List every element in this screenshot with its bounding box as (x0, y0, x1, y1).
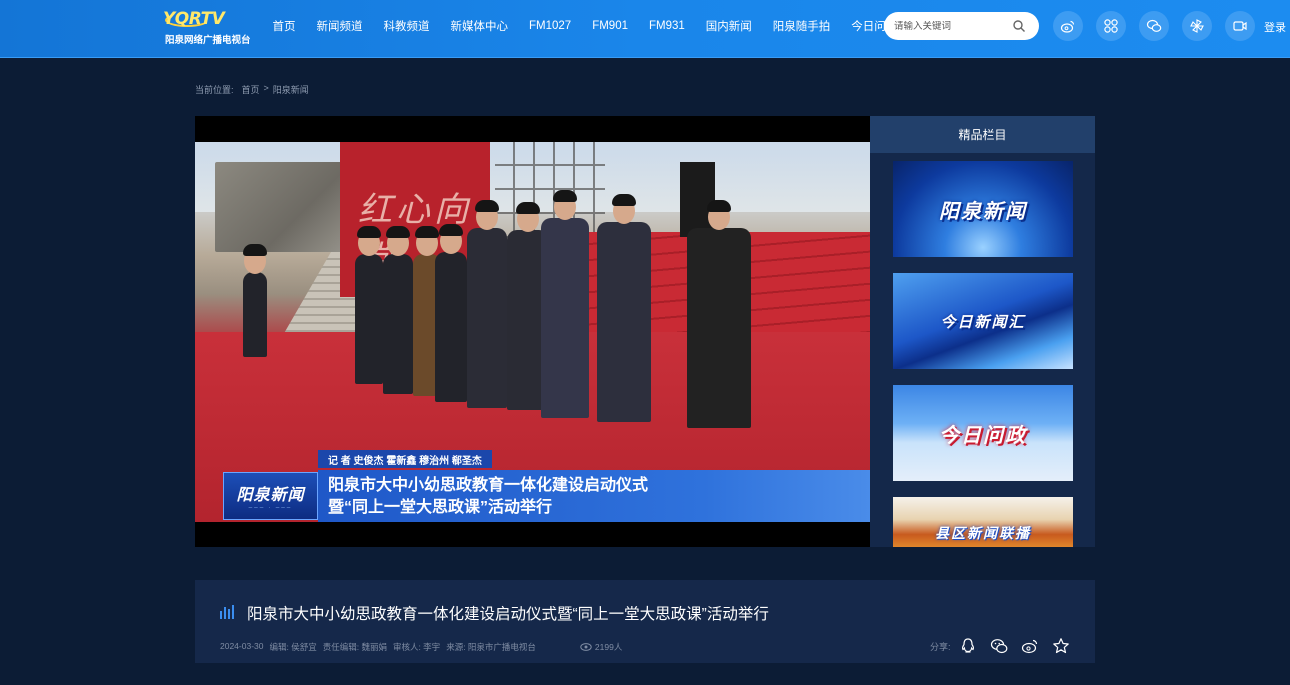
video-player[interactable]: 红心向党 记 者 史俊杰 霍新鑫 穆治州 郗圣杰 阳泉新闻 ─── · ─── … (195, 116, 870, 547)
nav-new-media[interactable]: 新媒体中心 (451, 18, 509, 34)
breadcrumb-label: 当前位置: (195, 85, 234, 95)
nav-home[interactable]: 首页 (273, 18, 296, 34)
scene-person (467, 200, 507, 408)
program-thumb-label: 今日问政 (939, 424, 1027, 447)
eye-icon (580, 643, 592, 651)
video-icon[interactable] (1225, 11, 1255, 41)
scene-person (383, 226, 413, 394)
weibo-share-icon[interactable] (1021, 637, 1039, 655)
program-logo-deco: ─── · ─── (248, 505, 293, 511)
nav-domestic-news[interactable]: 国内新闻 (706, 18, 752, 34)
wechat-icon[interactable] (1139, 11, 1169, 41)
news-lower-third: 记 者 史俊杰 霍新鑫 穆治州 郗圣杰 阳泉新闻 ─── · ─── 阳泉市大中… (223, 450, 870, 522)
weibo-icon[interactable] (1053, 11, 1083, 41)
breadcrumb: 当前位置: 首页 > 阳泉新闻 (195, 83, 317, 96)
program-thumb-label: 县区新闻联播 (935, 525, 1031, 541)
share-bar: 分享: (930, 637, 1083, 655)
program-thumb-label: 今日新闻汇 (940, 313, 1026, 331)
scene-relief-wall (215, 162, 355, 252)
search-box (884, 12, 1039, 40)
nav-news-channel[interactable]: 新闻频道 (317, 18, 363, 34)
caption-title: 阳泉市大中小幼思政教育一体化建设启动仪式 暨“同上一堂大思政课”活动举行 (318, 470, 870, 522)
nav-science-channel[interactable]: 科教频道 (384, 18, 430, 34)
breadcrumb-current[interactable]: 阳泉新闻 (273, 83, 309, 96)
scene-person (355, 226, 383, 384)
nav-fm1027[interactable]: FM1027 (529, 20, 571, 32)
login-link[interactable]: 登录 (1264, 19, 1286, 35)
article-source: 来源: 阳泉市广播电视台 (446, 642, 536, 652)
header-icons (1053, 11, 1268, 41)
scene-person (243, 244, 267, 357)
breadcrumb-separator: > (263, 83, 269, 93)
logo-subtitle: 阳泉网络广播电视台 (165, 35, 251, 46)
featured-programs-title: 精品栏目 (870, 116, 1095, 153)
article-date: 2024-03-30 (220, 641, 264, 651)
article-chief-editor: 责任编辑: 魏丽娟 (322, 642, 387, 652)
program-thumb-today-politics[interactable]: 今日问政 (893, 385, 1073, 481)
logo-mark: YQRTV (163, 9, 225, 29)
program-thumb-county-news[interactable]: 县区新闻联播 (893, 497, 1073, 547)
program-thumb-today-news[interactable]: 今日新闻汇 (893, 273, 1073, 369)
audio-bars-icon (220, 605, 234, 619)
featured-programs-panel: 精品栏目 阳泉新闻 今日新闻汇 今日问政 县区新闻联播 (870, 116, 1095, 547)
scene-person (541, 190, 589, 418)
article-meta: 2024-03-30 编辑: 侯舒宜 责任编辑: 魏丽娟 审核人: 李宇 来源:… (220, 641, 634, 653)
article-reviewer: 审核人: 李宇 (392, 642, 441, 652)
article-editor: 编辑: 侯舒宜 (269, 642, 317, 652)
search-icon[interactable] (1012, 19, 1026, 33)
program-thumb-label: 阳泉新闻 (939, 200, 1027, 223)
nav-snapshot[interactable]: 阳泉随手拍 (773, 18, 831, 34)
program-logo: 阳泉新闻 ─── · ─── (223, 472, 318, 520)
apps-icon[interactable] (1096, 11, 1126, 41)
nav-fm931[interactable]: FM931 (649, 20, 685, 32)
site-logo[interactable]: YQRTV 阳泉网络广播电视台 (163, 9, 253, 46)
qq-share-icon[interactable] (959, 637, 977, 655)
main-nav: 首页 新闻频道 科教频道 新媒体中心 FM1027 FM901 FM931 国内… (262, 0, 908, 52)
caption-line-2: 暨“同上一堂大思政课”活动举行 (328, 499, 553, 516)
scene-speaker (680, 162, 715, 237)
site-header: YQRTV 阳泉网络广播电视台 首页 新闻频道 科教频道 新媒体中心 FM102… (0, 0, 1290, 58)
video-frame: 红心向党 记 者 史俊杰 霍新鑫 穆治州 郗圣杰 阳泉新闻 ─── · ─── … (195, 142, 870, 522)
view-count: 2199人 (580, 641, 628, 653)
logo-text: YQRTV (163, 9, 225, 29)
breadcrumb-home[interactable]: 首页 (242, 83, 260, 96)
search-input[interactable] (894, 20, 1012, 32)
wechat-share-icon[interactable] (990, 637, 1008, 655)
reporter-credit: 记 者 史俊杰 霍新鑫 穆治州 郗圣杰 (318, 450, 492, 468)
caption-line-1: 阳泉市大中小幼思政教育一体化建设启动仪式 (328, 477, 649, 494)
program-logo-text: 阳泉新闻 (236, 487, 305, 504)
scene-person (687, 200, 751, 428)
pinwheel-icon[interactable] (1182, 11, 1212, 41)
scene-person (435, 224, 467, 402)
share-label: 分享: (930, 641, 951, 652)
article-title: 阳泉市大中小幼思政教育一体化建设启动仪式暨“同上一堂大思政课”活动举行 (247, 606, 769, 623)
view-count-value: 2199人 (594, 642, 623, 652)
nav-fm901[interactable]: FM901 (592, 20, 628, 32)
favorite-star-icon[interactable] (1052, 637, 1070, 655)
program-thumb-yangquan-news[interactable]: 阳泉新闻 (893, 161, 1073, 257)
scene-person (597, 194, 651, 422)
article-info-bar: 阳泉市大中小幼思政教育一体化建设启动仪式暨“同上一堂大思政课”活动举行 2024… (195, 580, 1095, 663)
